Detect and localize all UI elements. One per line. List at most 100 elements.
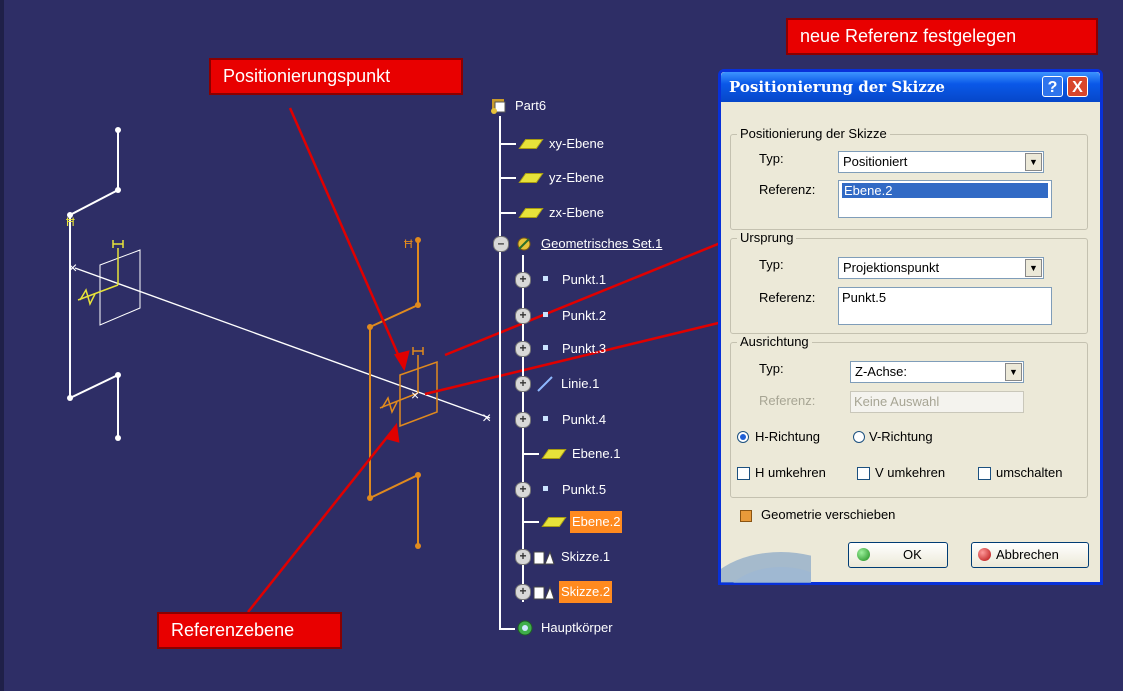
plane-icon: [518, 208, 544, 218]
orientation-group: Ausrichtung Typ: Z-Achse: ▼ Referenz: Ke…: [730, 334, 1088, 498]
tree-label: Punkt.2: [562, 308, 607, 323]
svg-text:×: ×: [68, 260, 77, 277]
chevron-down-icon[interactable]: ▼: [1025, 153, 1042, 171]
v-reverse-label: V umkehren: [875, 465, 946, 480]
expand-icon[interactable]: +: [515, 584, 531, 600]
collapse-icon[interactable]: –: [493, 236, 509, 252]
tree-label: Punkt.4: [562, 412, 607, 427]
sketch-icon: [533, 550, 555, 565]
select-value: Z-Achse:: [855, 364, 908, 379]
group-title: Ausrichtung: [737, 334, 812, 349]
group-title: Ursprung: [737, 230, 797, 245]
tree-item-part6[interactable]: Part6: [489, 95, 548, 117]
ok-icon: [857, 548, 870, 561]
swap-checkbox[interactable]: [978, 467, 991, 480]
h-reverse-label: H umkehren: [755, 465, 826, 480]
tree-label: Punkt.1: [562, 272, 607, 287]
expand-icon[interactable]: +: [515, 341, 531, 357]
tree-item-point-3[interactable]: + Punkt.3: [515, 338, 608, 360]
tree-label: Part6: [515, 98, 547, 113]
origin-type-select[interactable]: Projektionspunkt ▼: [838, 257, 1044, 279]
tree-item-sketch-1[interactable]: + Skizze.1: [515, 546, 612, 568]
tree-trunk: [499, 116, 501, 629]
point-icon: [543, 344, 548, 350]
orientation-reference-field[interactable]: Keine Auswahl: [850, 391, 1024, 413]
tree-branch: [499, 628, 515, 630]
point-icon: [543, 275, 548, 281]
tree-label: Skizze.1: [561, 549, 611, 564]
body-icon: [517, 620, 533, 636]
expand-icon[interactable]: +: [515, 376, 531, 392]
placement-reference-field[interactable]: Ebene.2: [838, 180, 1052, 218]
expand-icon[interactable]: +: [515, 412, 531, 428]
tree-item-plane-2[interactable]: Ebene.2: [523, 511, 623, 533]
tree-item-point-4[interactable]: + Punkt.4: [515, 409, 608, 431]
reference-value: Punkt.5: [842, 290, 887, 305]
expand-icon[interactable]: +: [515, 308, 531, 324]
3d-viewport[interactable]: × × Ħ Ħ × neue Referenz festgelegen Posi…: [0, 0, 1123, 691]
placement-type-select[interactable]: Positioniert ▼: [838, 151, 1044, 173]
tree-item-plane-1[interactable]: Ebene.1: [523, 443, 622, 465]
tree-item-geometric-set[interactable]: – Geometrisches Set.1: [493, 233, 664, 255]
move-geometry-checkbox[interactable]: [740, 510, 752, 522]
help-button[interactable]: ?: [1042, 76, 1063, 97]
v-reverse-checkbox[interactable]: [857, 467, 870, 480]
dialog-title-bar[interactable]: Positionierung der Skizze ? X: [721, 72, 1100, 102]
tree-item-zx-plane[interactable]: zx-Ebene: [500, 202, 606, 224]
tree-label: Geometrisches Set.1: [541, 236, 663, 251]
chevron-down-icon[interactable]: ▼: [1025, 259, 1042, 277]
type-label: Typ:: [759, 361, 784, 376]
h-direction-radio[interactable]: [737, 431, 749, 443]
expand-icon[interactable]: +: [515, 272, 531, 288]
h-reverse-checkbox[interactable]: [737, 467, 750, 480]
placement-group: Positionierung der Skizze Typ: Positioni…: [730, 126, 1088, 230]
reference-label: Referenz:: [759, 182, 816, 197]
origin-reference-field[interactable]: Punkt.5: [838, 287, 1052, 325]
expand-icon[interactable]: +: [515, 482, 531, 498]
expand-icon[interactable]: +: [515, 549, 531, 565]
callout-reference-plane: Referenzebene: [157, 612, 342, 649]
tree-item-main-body[interactable]: Hauptkörper: [515, 617, 615, 639]
point-icon: [543, 415, 548, 421]
plane-icon: [541, 517, 567, 527]
sketch-icon: [533, 585, 555, 600]
tree-item-xy-plane[interactable]: xy-Ebene: [500, 133, 606, 155]
h-direction-label: H-Richtung: [755, 429, 821, 444]
reference-value: Keine Auswahl: [854, 394, 940, 409]
tree-label: Punkt.3: [562, 341, 607, 356]
ok-label: OK: [903, 547, 922, 562]
tree-item-sketch-2[interactable]: + Skizze.2: [515, 581, 613, 603]
v-direction-radio[interactable]: [853, 431, 865, 443]
tree-item-line-1[interactable]: + Linie.1: [515, 373, 601, 395]
sketch-positioning-dialog: Positionierung der Skizze ? X Positionie…: [718, 69, 1103, 585]
tree-item-point-1[interactable]: + Punkt.1: [515, 269, 608, 291]
tree-label: Linie.1: [561, 376, 600, 391]
tree-label: xy-Ebene: [549, 136, 604, 151]
svg-text:×: ×: [482, 410, 491, 427]
origin-group: Ursprung Typ: Projektionspunkt ▼ Referen…: [730, 230, 1088, 334]
dialog-title: Positionierung der Skizze: [729, 78, 945, 96]
tree-label: Punkt.5: [562, 482, 607, 497]
ok-button[interactable]: OK: [848, 542, 948, 568]
tree-item-yz-plane[interactable]: yz-Ebene: [500, 167, 606, 189]
sketch-1-geometry: [69, 130, 119, 438]
point-icon: [543, 311, 548, 317]
reference-label: Referenz:: [759, 290, 816, 305]
line-icon: [537, 376, 553, 392]
chevron-down-icon[interactable]: ▼: [1005, 363, 1022, 381]
tree-label: Skizze.2: [559, 581, 613, 603]
group-title: Positionierung der Skizze: [737, 126, 890, 141]
cancel-button[interactable]: Abbrechen: [971, 542, 1089, 568]
close-button[interactable]: X: [1067, 76, 1088, 97]
svg-text:Ħ: Ħ: [66, 215, 75, 229]
tree-label: Hauptkörper: [541, 620, 613, 635]
tree-label: Ebene.2: [570, 511, 623, 533]
v-direction-label: V-Richtung: [869, 429, 933, 444]
svg-text:Ħ: Ħ: [404, 237, 413, 251]
tree-item-point-5[interactable]: + Punkt.5: [515, 479, 608, 501]
dialog-decoration: [721, 552, 811, 583]
orientation-type-select[interactable]: Z-Achse: ▼: [850, 361, 1024, 383]
reference-label: Referenz:: [759, 393, 816, 408]
tree-item-point-2[interactable]: + Punkt.2: [515, 305, 608, 327]
callout-positioning-point: Positionierungspunkt: [209, 58, 463, 95]
